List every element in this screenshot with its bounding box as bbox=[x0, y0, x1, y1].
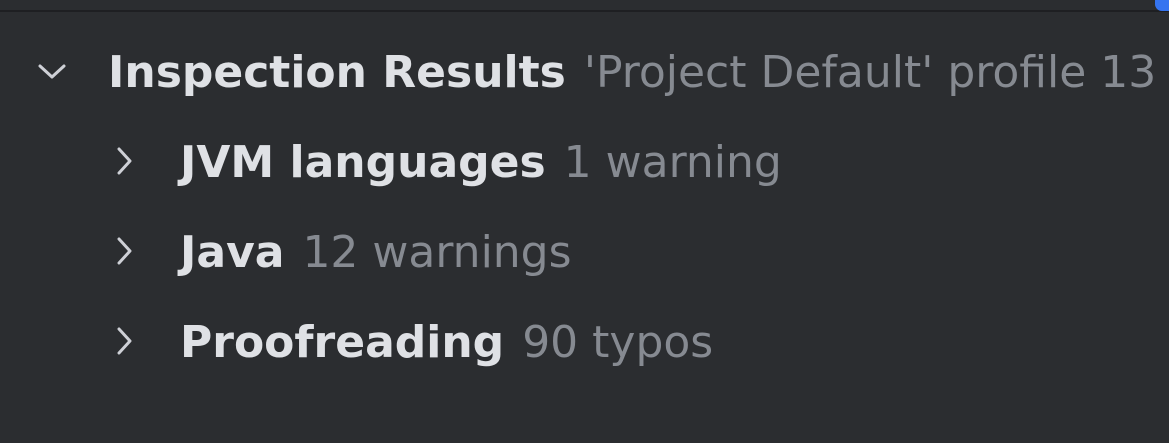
toolwindow-header-border bbox=[0, 0, 1169, 12]
inspection-results-tree: Inspection Results 'Project Default' prof… bbox=[0, 27, 1169, 387]
tree-node-text: Proofreading 90 typos bbox=[180, 315, 713, 371]
warning-count: 12 warnings bbox=[302, 227, 572, 278]
chevron-right-icon[interactable] bbox=[108, 235, 140, 267]
chevron-right-icon[interactable] bbox=[108, 145, 140, 177]
tree-node-proofreading[interactable]: Proofreading 90 typos bbox=[0, 297, 1169, 387]
tree-node-label: Java bbox=[180, 227, 285, 278]
tree-node-text: Inspection Results 'Project Default' prof… bbox=[108, 45, 1156, 101]
tree-node-label: JVM languages bbox=[180, 137, 546, 188]
tree-node-label: Proofreading bbox=[180, 317, 505, 368]
scroll-indicator bbox=[1155, 0, 1169, 11]
typo-count: 90 typos bbox=[522, 317, 714, 368]
tree-node-label: Inspection Results bbox=[108, 47, 566, 98]
warning-count: 1 warning bbox=[563, 137, 782, 188]
chevron-down-icon[interactable] bbox=[36, 55, 68, 87]
tree-node-jvm-languages[interactable]: JVM languages 1 warning bbox=[0, 117, 1169, 207]
tree-node-inspection-results[interactable]: Inspection Results 'Project Default' prof… bbox=[0, 27, 1169, 117]
tree-node-text: Java 12 warnings bbox=[180, 225, 572, 281]
tree-node-java[interactable]: Java 12 warnings bbox=[0, 207, 1169, 297]
profile-summary: 'Project Default' profile 13 bbox=[583, 47, 1157, 98]
tree-node-text: JVM languages 1 warning bbox=[180, 135, 782, 191]
chevron-right-icon[interactable] bbox=[108, 325, 140, 357]
